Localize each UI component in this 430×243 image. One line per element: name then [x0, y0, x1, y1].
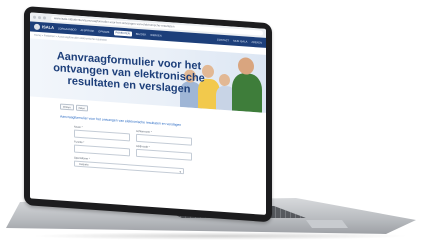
hero-person-head: [238, 56, 254, 76]
nav-item-mijn-isala[interactable]: MIJN ISALA: [233, 39, 247, 43]
page-title: Aanvraagformulier voor het ontvangen van…: [53, 50, 205, 96]
first-name-field: Naam *: [74, 125, 130, 142]
logo-icon: [34, 23, 40, 31]
window-dot-icon[interactable]: [43, 16, 46, 20]
nav-item-zorgaanbod[interactable]: ZORGAANBOD: [58, 27, 76, 31]
nav-item-opname[interactable]: OPNAME: [98, 30, 109, 34]
nav-item-contact[interactable]: CONTACT: [217, 38, 229, 42]
laptop-mockup: www.isala.nl/patienten/aanvraagformulier…: [0, 0, 430, 243]
nav-item-zoeken[interactable]: ZOEKEN: [251, 40, 262, 44]
site-logo[interactable]: ISALA: [34, 23, 54, 31]
print-button[interactable]: Printen: [60, 103, 74, 111]
logo-text: ISALA: [42, 24, 54, 31]
nav-item-bezoek[interactable]: BEZOEK: [136, 32, 147, 36]
nav-item-werken[interactable]: WERKEN: [150, 33, 161, 37]
laptop-screen: www.isala.nl/patienten/aanvraagformulier…: [30, 12, 266, 215]
hero-person-image: [232, 72, 262, 113]
share-button[interactable]: Delen: [75, 104, 88, 112]
window-dot-icon[interactable]: [33, 15, 36, 19]
trackpad: [306, 220, 348, 228]
function-field: Functie *: [74, 140, 130, 157]
nav-item-afspraak[interactable]: AFSPRAAK: [80, 28, 94, 32]
window-dot-icon[interactable]: [38, 15, 41, 20]
chevron-down-icon: ▾: [179, 169, 181, 174]
select-value: Huisarts: [79, 162, 89, 167]
nav-item-patienten[interactable]: PATIËNTEN: [113, 29, 132, 37]
laptop-lid: www.isala.nl/patienten/aanvraagformulier…: [24, 6, 272, 223]
agb-code-field: AGB-code *: [136, 145, 192, 161]
last-name-field: Achternaam *: [136, 130, 192, 146]
hero-person-head: [219, 73, 230, 87]
